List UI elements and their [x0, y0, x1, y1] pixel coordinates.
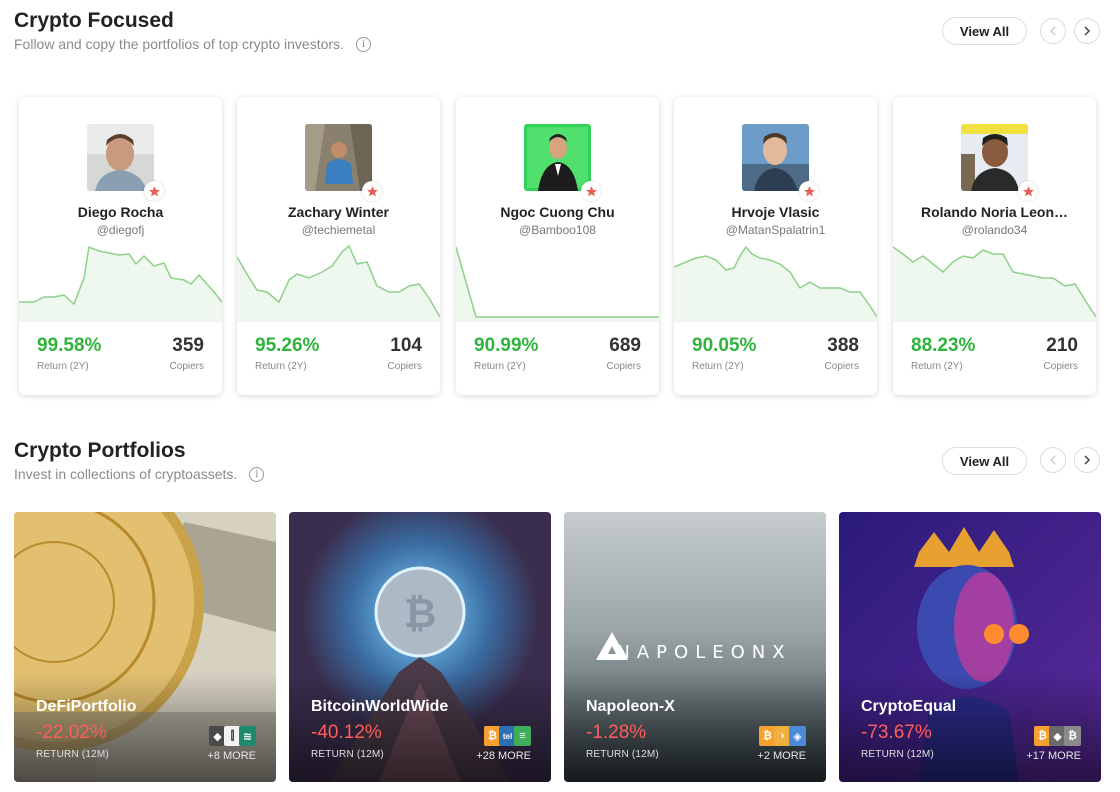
asset-icons: ◆ ⫿ ≋ [209, 726, 256, 746]
more-assets-count: +2 MORE [757, 750, 806, 762]
portfolio-return: -73.67% [861, 722, 932, 743]
asset-icons: ₿ ◆ ₿ [1034, 726, 1081, 746]
portfolio-return: -40.12% [311, 722, 382, 743]
portfolio-card[interactable]: CryptoEqual -73.67% RETURN (12M) ₿ ◆ ₿ +… [839, 512, 1101, 782]
portfolio-name: DeFiPortfolio [36, 698, 137, 715]
chevron-left-icon [1049, 455, 1056, 465]
portfolio-card[interactable]: ₿ BitcoinWorldWide -40.12% RETURN (12M) … [289, 512, 551, 782]
portfolio-return-label: RETURN (12M) [36, 749, 109, 760]
more-assets-count: +17 MORE [1026, 750, 1081, 762]
asset-icons: ₿ › ◈ [759, 726, 806, 746]
asset-icons: ₿ tel ≡ [484, 726, 531, 746]
section-subtitle: Invest in collections of cryptoassets. i [14, 466, 265, 482]
asset-icon: ≡ [514, 726, 531, 746]
prev-button[interactable] [1040, 447, 1066, 473]
portfolio-name: CryptoEqual [861, 698, 957, 715]
asset-icon: ≋ [239, 726, 256, 746]
more-assets-count: +8 MORE [207, 750, 256, 762]
asset-icon: ₿ [1064, 726, 1081, 746]
view-all-button[interactable]: View All [942, 447, 1027, 475]
svg-text:₿: ₿ [404, 591, 437, 637]
next-button[interactable] [1074, 447, 1100, 473]
portfolio-return-label: RETURN (12M) [586, 749, 659, 760]
portfolio-return: -22.02% [36, 722, 107, 743]
napoleonx-logo-text: NAPOLEONX [616, 642, 791, 663]
section-subtitle-text: Invest in collections of cryptoassets. [14, 466, 238, 482]
section-title: Crypto Portfolios [14, 439, 186, 462]
crypto-portfolios-section: Crypto Portfolios Invest in collections … [0, 0, 1120, 792]
portfolio-name: Napoleon-X [586, 698, 675, 715]
more-assets-count: +28 MORE [476, 750, 531, 762]
portfolio-name: BitcoinWorldWide [311, 698, 449, 715]
chevron-right-icon [1084, 455, 1091, 465]
info-icon[interactable]: i [249, 466, 265, 482]
portfolio-return: -1.28% [586, 722, 647, 743]
portfolio-return-label: RETURN (12M) [311, 749, 384, 760]
portfolio-card[interactable]: DeFiPortfolio -22.02% RETURN (12M) ◆ ⫿ ≋… [14, 512, 276, 782]
portfolio-card[interactable]: NAPOLEONX Napoleon-X -1.28% RETURN (12M)… [564, 512, 826, 782]
portfolio-return-label: RETURN (12M) [861, 749, 934, 760]
asset-icon: ◈ [789, 726, 806, 746]
